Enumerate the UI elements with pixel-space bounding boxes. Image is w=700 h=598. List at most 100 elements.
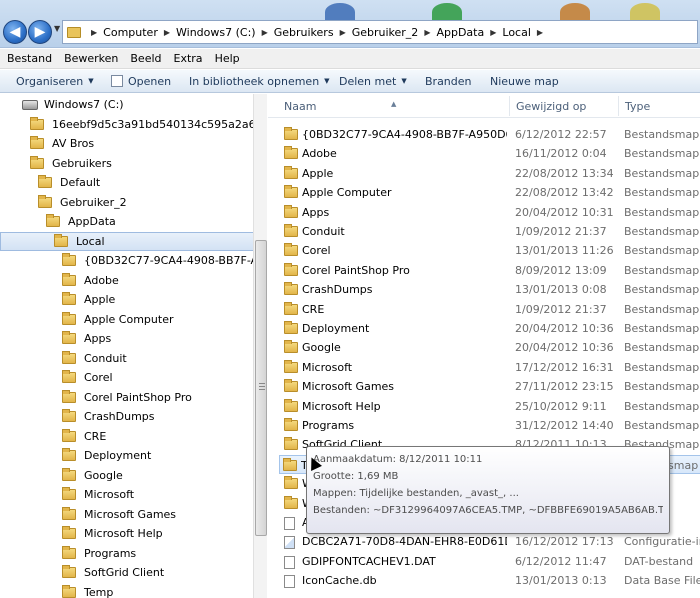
forward-button[interactable]: ▶ [28, 20, 52, 44]
chevron-right-icon[interactable]: ▶ [340, 28, 346, 37]
file-row[interactable]: GDIPFONTCACHEV1.DAT 6/12/2012 11:47 DAT-be… [281, 552, 700, 571]
file-row[interactable]: Microsoft Games 27/11/2012 23:15 Bestandsm… [281, 377, 700, 396]
column-header-type[interactable]: Type [625, 100, 650, 113]
organize-button[interactable]: Organiseren ▼ [16, 75, 111, 88]
file-icon [284, 555, 295, 569]
file-type: Bestandsmap [624, 283, 700, 297]
tree-item[interactable]: CRE [62, 427, 253, 446]
menu-item[interactable]: Bewerken [64, 52, 118, 65]
breadcrumb-item[interactable]: Gebruikers [274, 26, 334, 39]
breadcrumb-item[interactable]: Local [502, 26, 531, 39]
tree-scrollbar[interactable] [253, 94, 267, 598]
tree-item[interactable]: Gebruikers [30, 154, 253, 173]
file-date: 27/11/2012 23:15 [515, 380, 614, 394]
tree-item[interactable]: Corel PaintShop Pro [62, 388, 253, 407]
tree-item[interactable]: Adobe [62, 271, 253, 290]
file-row[interactable]: Conduit 1/09/2012 21:37 Bestandsmap [281, 222, 700, 241]
chevron-right-icon[interactable]: ▶ [490, 28, 496, 37]
tree-item[interactable]: Windows7 (C:) [22, 95, 253, 114]
tree-item[interactable]: 16eebf9d5c3a91bd540134c595a2a6 [30, 115, 253, 134]
tree-item[interactable]: Gebruiker_2 [38, 193, 253, 212]
file-row[interactable]: Programs 31/12/2012 14:40 Bestandsmap [281, 416, 700, 435]
folder-icon [284, 204, 298, 218]
breadcrumb-item[interactable]: Gebruiker_2 [352, 26, 419, 39]
column-header-date[interactable]: Gewijzigd op [516, 100, 586, 113]
address-bar[interactable]: ▶ Computer ▶ Windows7 (C:) ▶ Gebruikers ▶ Gebru… [62, 20, 698, 44]
tree-item-label: Windows7 (C:) [44, 98, 124, 111]
desktop-icon [325, 3, 355, 21]
tree-item[interactable]: Microsoft Games [62, 505, 253, 524]
new-folder-button[interactable]: Nieuwe map [490, 75, 559, 88]
chevron-right-icon[interactable]: ▶ [91, 28, 97, 37]
folder-icon [38, 194, 52, 208]
tree-item[interactable]: Apps [62, 329, 253, 348]
tree-item[interactable]: Google [62, 466, 253, 485]
file-row[interactable]: CrashDumps 13/01/2013 0:08 Bestandsmap [281, 280, 700, 299]
chevron-right-icon[interactable]: ▶ [537, 28, 543, 37]
tree-item[interactable]: AV Bros [30, 134, 253, 153]
file-row[interactable]: Corel PaintShop Pro 8/09/2012 13:09 Bestan… [281, 261, 700, 280]
folder-icon [284, 398, 298, 412]
chevron-right-icon[interactable]: ▶ [262, 28, 268, 37]
tree-item[interactable]: Local [0, 231, 253, 251]
file-type: Configuratie-ins [624, 535, 700, 549]
folder-icon [283, 457, 297, 471]
file-name: IconCache.db [302, 574, 377, 588]
tree-item[interactable]: Deployment [62, 446, 253, 465]
chevron-right-icon[interactable]: ▶ [424, 28, 430, 37]
tree-item[interactable]: Corel [62, 368, 253, 387]
file-row[interactable]: IconCache.db 13/01/2013 0:13 Data Base Fil… [281, 571, 700, 590]
tree-item-label: Default [60, 176, 101, 189]
file-row[interactable]: Adobe 16/11/2012 0:04 Bestandsmap [281, 144, 700, 163]
scrollbar-thumb[interactable] [255, 240, 267, 536]
file-row[interactable]: Apple Computer 22/08/2012 13:42 Bestandsma… [281, 183, 700, 202]
file-row[interactable]: {0BD32C77-9CA4-4908-BB7F-A950D6DA... 6/12… [281, 125, 700, 144]
menu-item[interactable]: Help [215, 52, 240, 65]
tree-item-label: Corel [84, 371, 113, 384]
file-row[interactable]: Deployment 20/04/2012 10:36 Bestandsmap [281, 319, 700, 338]
column-header-row: ▲ Naam Gewijzigd op Type [268, 94, 700, 118]
menu-item[interactable]: Extra [174, 52, 203, 65]
folder-icon [284, 437, 298, 451]
file-row[interactable]: Apps 20/04/2012 10:31 Bestandsmap [281, 203, 700, 222]
share-with-button[interactable]: Delen met ▼ [339, 75, 425, 88]
history-dropdown-icon[interactable]: ▼ [54, 24, 60, 33]
tree-item[interactable]: Apple [62, 290, 253, 309]
tree-item[interactable]: {0BD32C77-9CA4-4908-BB7F-A950D [62, 251, 253, 270]
file-row[interactable]: Google 20/04/2012 10:36 Bestandsmap [281, 338, 700, 357]
breadcrumb-item[interactable]: AppData [436, 26, 484, 39]
file-row[interactable]: Microsoft Help 25/10/2012 9:11 Bestandsmap [281, 397, 700, 416]
tree-item[interactable]: Apple Computer [62, 310, 253, 329]
menu-bar: Bestand Bewerken Beeld Extra Help [0, 49, 700, 69]
tree-item[interactable]: Microsoft Help [62, 524, 253, 543]
file-row[interactable]: Corel 13/01/2013 11:26 Bestandsmap [281, 241, 700, 260]
file-type: Bestandsmap [624, 302, 700, 316]
column-header-name[interactable]: Naam [284, 100, 316, 113]
folder-icon [30, 116, 44, 130]
tree-item[interactable]: Conduit [62, 349, 253, 368]
file-row[interactable]: DCBC2A71-70D8-4DAN-EHR8-E0D61DE... 16/12/… [281, 532, 700, 551]
file-date: 1/09/2012 21:37 [515, 225, 607, 238]
tree-item[interactable]: Temp [62, 583, 253, 598]
include-in-library-button[interactable]: In bibliotheek opnemen ▼ [189, 75, 339, 88]
breadcrumb-item[interactable]: Computer [103, 26, 158, 39]
tree-item[interactable]: SoftGrid Client [62, 563, 253, 582]
tree-item[interactable]: CrashDumps [62, 407, 253, 426]
burn-label: Branden [425, 74, 472, 88]
tree-item[interactable]: Programs [62, 544, 253, 563]
chevron-right-icon[interactable]: ▶ [164, 28, 170, 37]
file-date: 22/08/2012 13:34 [515, 166, 614, 180]
breadcrumb-item[interactable]: Windows7 (C:) [176, 26, 256, 39]
tree-item[interactable]: Microsoft [62, 485, 253, 504]
file-row[interactable]: Apple 22/08/2012 13:34 Bestandsmap [281, 164, 700, 183]
burn-button[interactable]: Branden [425, 75, 490, 88]
file-row[interactable]: CRE 1/09/2012 21:37 Bestandsmap [281, 300, 700, 319]
open-button[interactable]: Openen [111, 75, 189, 88]
tree-item[interactable]: AppData [46, 212, 253, 231]
file-row[interactable]: Microsoft 17/12/2012 16:31 Bestandsmap [281, 358, 700, 377]
back-button[interactable]: ◀ [3, 20, 27, 44]
menu-item[interactable]: Beeld [130, 52, 161, 65]
menu-item[interactable]: Bestand [7, 52, 52, 65]
tree-item[interactable]: Default [38, 173, 253, 192]
folder-icon [284, 340, 298, 354]
